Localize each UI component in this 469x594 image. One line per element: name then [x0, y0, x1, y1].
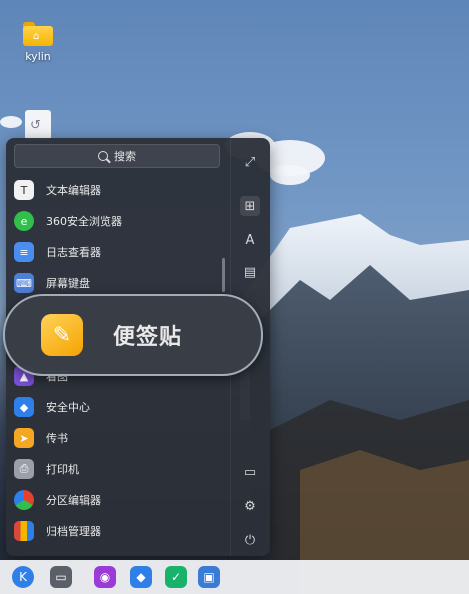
search-placeholder: 搜索 [114, 150, 136, 163]
camera-button[interactable]: ◉ [94, 566, 116, 588]
app-label: 归档管理器 [46, 525, 101, 538]
text-editor-icon: T [14, 180, 34, 200]
grid-icon: ⊞ [244, 198, 256, 214]
security-center-icon: ◆ [14, 397, 34, 417]
app-label: 文本编辑器 [46, 184, 101, 197]
taskbar: K ▭ ◉ ◆ ✓ ▣ [0, 560, 469, 594]
desktop-icon-label: kylin [25, 50, 51, 63]
keyboard-icon: ⌨ [14, 273, 34, 293]
store-icon: ✓ [170, 570, 182, 584]
archive-manager-icon [14, 521, 34, 541]
app-label: 屏幕键盘 [46, 277, 90, 290]
app-item-log-viewer[interactable]: ≡ 日志查看器 [14, 238, 224, 266]
app-item-partition-editor[interactable]: 分区编辑器 [14, 486, 224, 514]
app-label: 分区编辑器 [46, 494, 101, 507]
app-label: 传书 [46, 432, 68, 445]
search-input[interactable]: 搜索 [14, 144, 220, 168]
computer-button[interactable]: ▭ [240, 462, 260, 482]
gear-icon: ⚙ [244, 498, 256, 514]
letter-icon: A [245, 232, 255, 248]
partition-editor-icon [14, 490, 34, 510]
desktop-icon-kylin[interactable]: ⌂ kylin [8, 22, 68, 63]
app-item-archive-manager[interactable]: 归档管理器 [14, 517, 224, 545]
app-item-sticky-notes-magnified[interactable]: ✎ 便签贴 [3, 294, 263, 376]
picture-icon: ▣ [203, 570, 215, 584]
app-label: 打印机 [46, 463, 79, 476]
app-label: 日志查看器 [46, 246, 101, 259]
expand-button[interactable]: ⤢ [240, 152, 260, 172]
expand-icon: ⤢ [244, 154, 256, 170]
backup-restore-icon: ↺ [25, 110, 51, 140]
power-icon: ⏻ [244, 532, 256, 548]
category-button[interactable]: ▤ [240, 262, 260, 282]
desktop-icon-backup[interactable]: ↺ [8, 110, 68, 140]
file-transfer-icon: ➤ [14, 428, 34, 448]
letter-sort-button[interactable]: A [240, 230, 260, 250]
image-viewer-button[interactable]: ▣ [198, 566, 220, 588]
app-item-360-browser[interactable]: e 360安全浏览器 [14, 207, 224, 235]
software-store-button[interactable]: ✓ [165, 566, 187, 588]
start-menu-button[interactable]: K [12, 566, 34, 588]
app-item-security-center[interactable]: ◆ 安全中心 [14, 393, 224, 421]
search-icon [98, 151, 108, 161]
app-item-text-editor[interactable]: T 文本编辑器 [14, 176, 224, 204]
kylin-logo-icon: K [19, 570, 27, 584]
scrollbar[interactable] [222, 258, 225, 292]
camera-icon: ◉ [99, 570, 111, 584]
folder-icon: ⌂ [23, 22, 53, 46]
monitor-icon: ▭ [243, 464, 257, 480]
desktop: ⌂ kylin ↺ 搜索 T 文本编辑器 e 360安全浏览器 ≡ 日志查看器 [0, 0, 469, 594]
category-icon: ▤ [243, 264, 257, 280]
note-icon: ✎ [41, 314, 83, 356]
app-label: 便签贴 [113, 325, 183, 350]
settings-button[interactable]: ⚙ [240, 496, 260, 516]
log-viewer-icon: ≡ [14, 242, 34, 262]
multitask-view-button[interactable]: ▭ [50, 566, 72, 588]
multitask-icon: ▭ [55, 570, 67, 584]
security-center-button[interactable]: ◆ [130, 566, 152, 588]
power-button[interactable]: ⏻ [240, 530, 260, 550]
all-apps-button[interactable]: ⊞ [240, 196, 260, 216]
app-item-screen-keyboard[interactable]: ⌨ 屏幕键盘 [14, 269, 224, 297]
shield-icon: ◆ [136, 570, 146, 584]
app-item-printer[interactable]: ⎙ 打印机 [14, 455, 224, 483]
browser-icon: e [14, 211, 34, 231]
app-label: 安全中心 [46, 401, 90, 414]
app-item-file-transfer[interactable]: ➤ 传书 [14, 424, 224, 452]
printer-icon: ⎙ [14, 459, 34, 479]
app-label: 360安全浏览器 [46, 215, 122, 228]
